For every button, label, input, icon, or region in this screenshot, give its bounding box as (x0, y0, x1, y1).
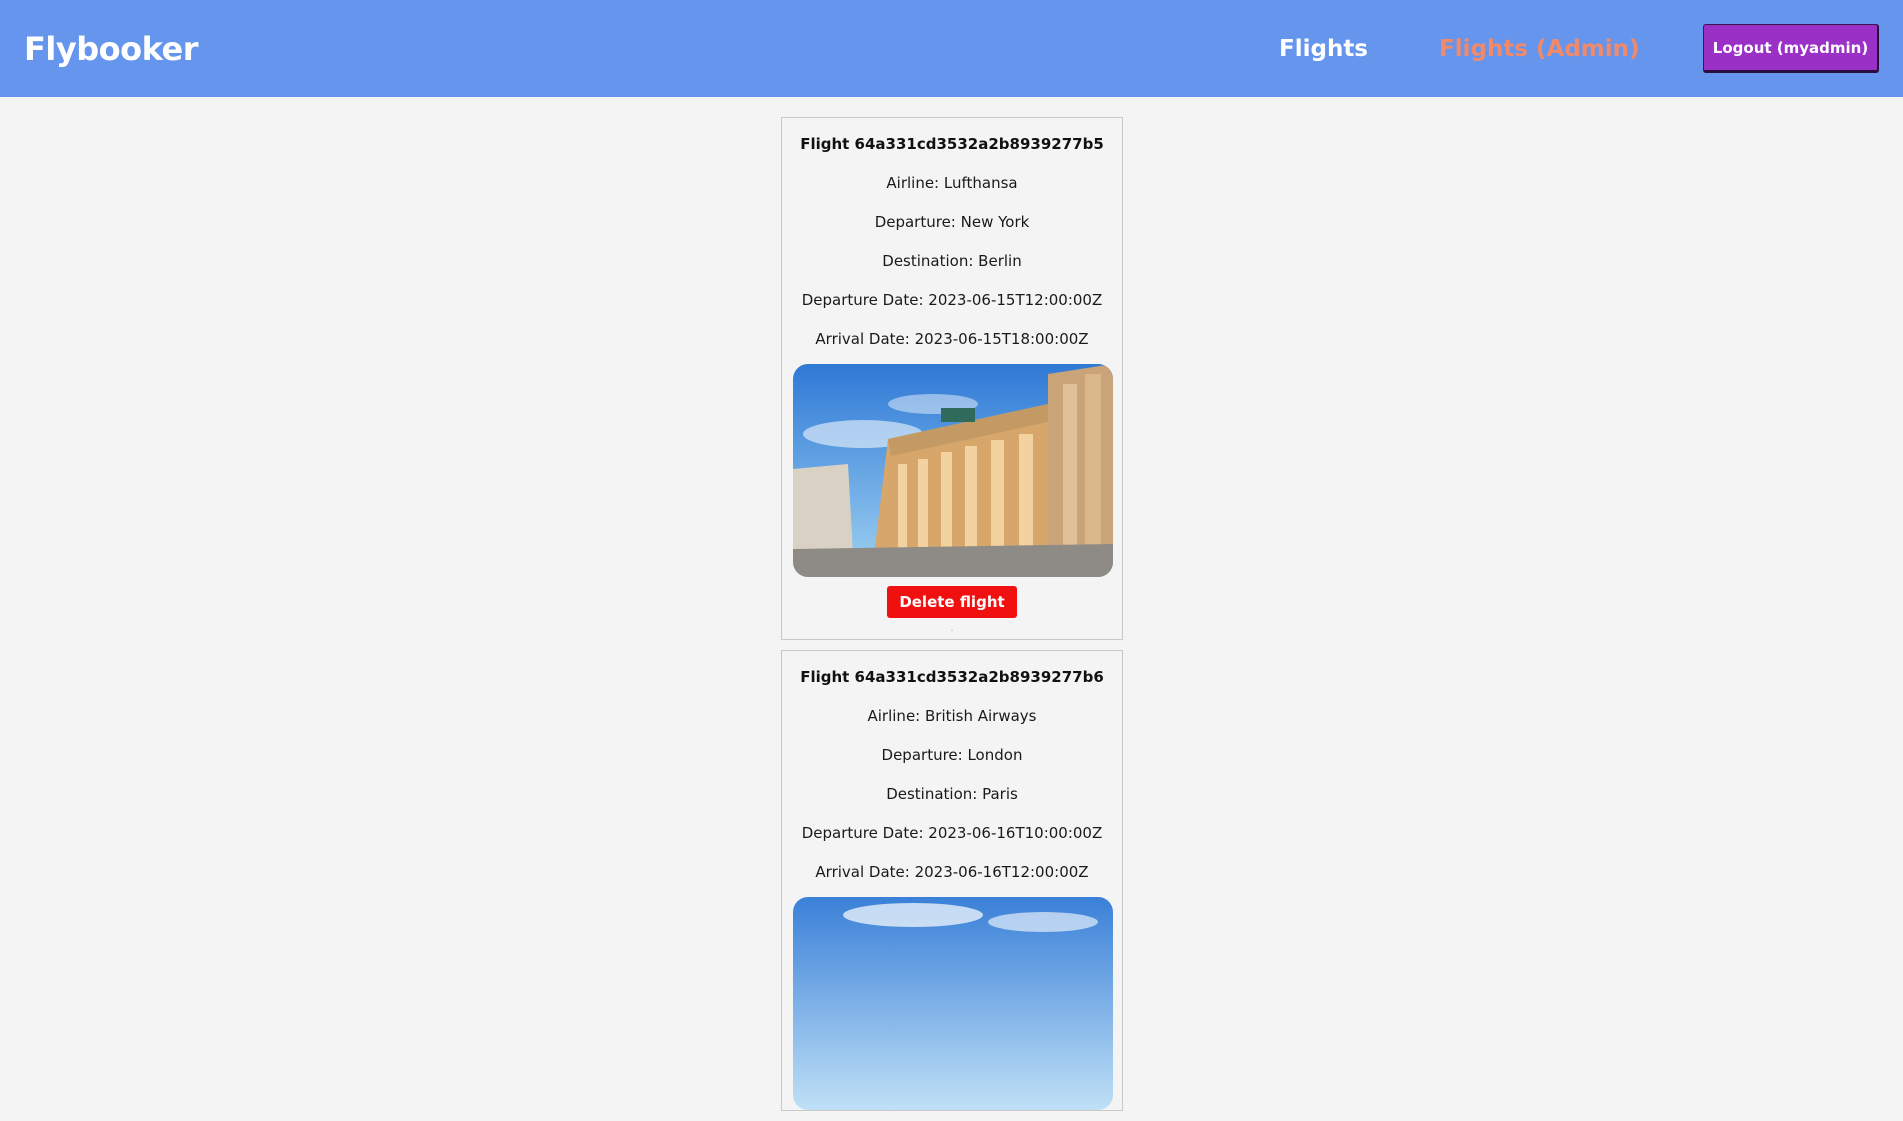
flight-airline: Airline: British Airways (867, 707, 1037, 725)
destination-photo (793, 364, 1113, 577)
flight-destination: Destination: Berlin (882, 252, 1022, 270)
logout-button[interactable]: Logout (myadmin) (1703, 24, 1879, 73)
flight-airline: Airline: Lufthansa (886, 174, 1018, 192)
flight-title: Flight 64a331cd3532a2b8939277b5 (800, 135, 1104, 153)
flight-departure-date: Departure Date: 2023-06-16T10:00:00Z (801, 824, 1103, 842)
flight-departure-date: Departure Date: 2023-06-15T12:00:00Z (801, 291, 1103, 309)
flight-list: Flight 64a331cd3532a2b8939277b5 Airline:… (781, 117, 1123, 1121)
nav-link-flights[interactable]: Flights (1279, 36, 1368, 62)
card-footnote: . (950, 624, 954, 633)
delete-flight-button[interactable]: Delete flight (887, 586, 1017, 618)
flight-arrival-date: Arrival Date: 2023-06-16T12:00:00Z (815, 863, 1089, 881)
flight-departure: Departure: New York (874, 213, 1030, 231)
flight-card: Flight 64a331cd3532a2b8939277b5 Airline:… (781, 117, 1123, 640)
flight-departure: Departure: London (881, 746, 1023, 764)
flight-destination: Destination: Paris (886, 785, 1018, 803)
nav-link-flights-admin[interactable]: Flights (Admin) (1439, 36, 1640, 62)
flight-title: Flight 64a331cd3532a2b8939277b6 (800, 668, 1104, 686)
flight-card: Flight 64a331cd3532a2b8939277b6 Airline:… (781, 650, 1123, 1111)
top-navbar: Flybooker Flights Flights (Admin) Logout… (0, 0, 1903, 97)
flight-arrival-date: Arrival Date: 2023-06-15T18:00:00Z (815, 330, 1089, 348)
brand-logo[interactable]: Flybooker (24, 30, 198, 68)
